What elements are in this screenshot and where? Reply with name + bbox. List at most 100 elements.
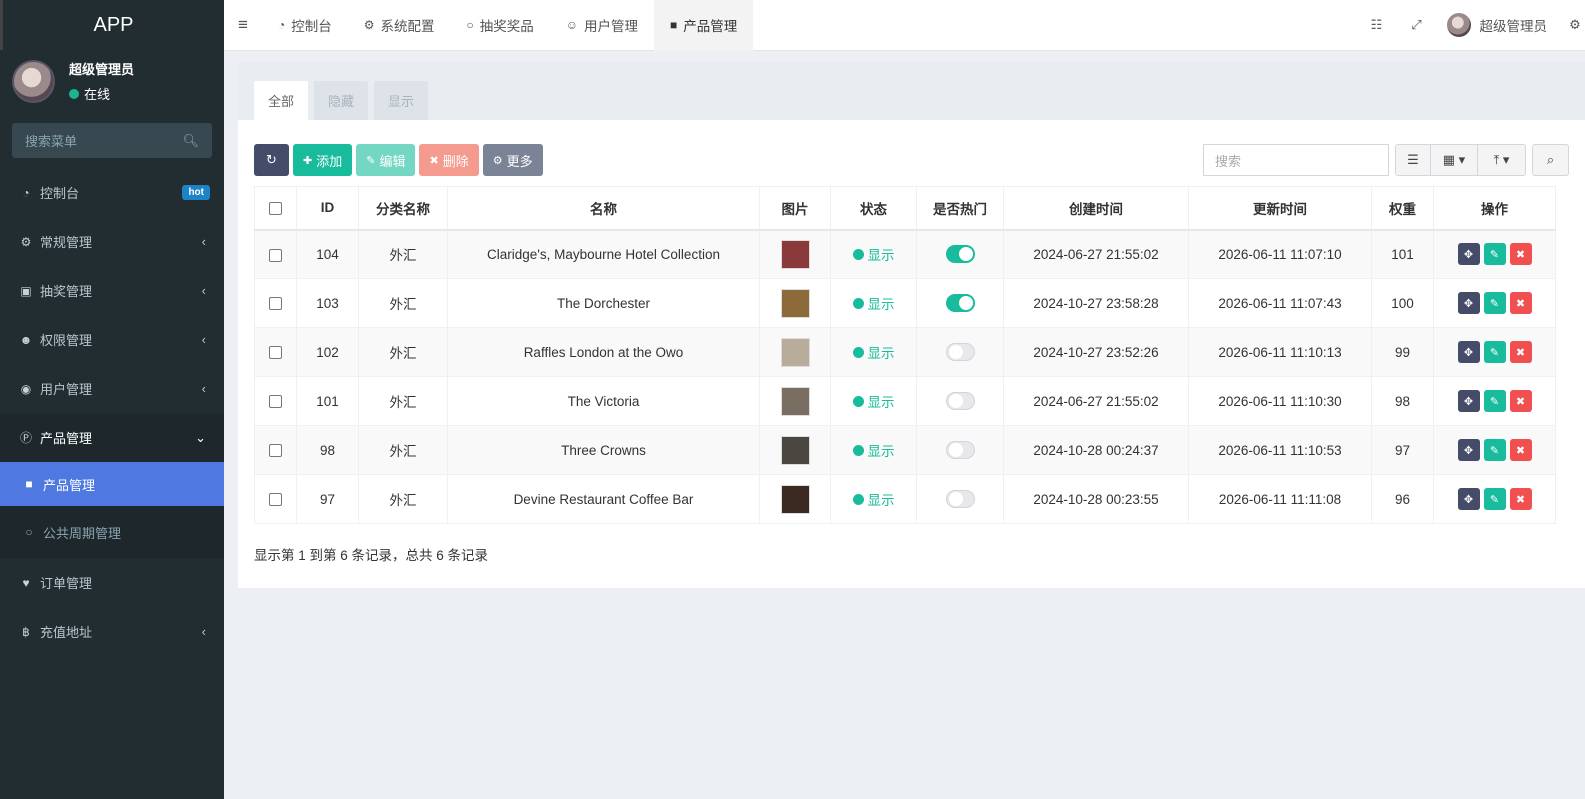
- table-search-input[interactable]: 搜索: [1203, 144, 1389, 176]
- edit-row-icon[interactable]: ✎: [1483, 243, 1506, 266]
- search-button-icon[interactable]: ⌕: [1532, 144, 1569, 176]
- translate-icon[interactable]: ☷: [1357, 17, 1397, 33]
- product-thumbnail[interactable]: [780, 288, 810, 318]
- edit-row-icon[interactable]: ✎: [1483, 341, 1506, 363]
- row-checkbox[interactable]: [254, 474, 297, 524]
- drag-handle-icon[interactable]: ✥: [1457, 488, 1480, 510]
- row-checkbox[interactable]: [254, 327, 297, 377]
- column-header[interactable]: 图片: [759, 186, 831, 231]
- edit-row-icon[interactable]: ✎: [1483, 292, 1506, 314]
- tab-dashboard[interactable]: ◔ 控制台: [262, 0, 348, 51]
- edit-button[interactable]: ✎ 编辑: [356, 144, 416, 176]
- drag-handle-icon[interactable]: ✥: [1457, 390, 1480, 412]
- row-checkbox[interactable]: [254, 229, 297, 279]
- product-thumbnail[interactable]: [780, 386, 810, 416]
- tab-system-config[interactable]: ⚙ 系统配置: [348, 0, 451, 51]
- app-logo[interactable]: APP: [0, 0, 224, 50]
- cell-updated: 2026-06-11 11:07:43: [1188, 278, 1372, 328]
- drag-handle-icon[interactable]: ✥: [1457, 243, 1480, 266]
- card-view-icon[interactable]: ☰: [1396, 145, 1431, 175]
- status-badge[interactable]: 显示: [852, 440, 895, 460]
- search-icon[interactable]: 🔍︎: [182, 133, 199, 149]
- sidebar-item-permissions[interactable]: ☻ 权限管理 ‹: [0, 315, 224, 364]
- delete-row-icon[interactable]: ✖: [1509, 439, 1532, 461]
- tab-visible[interactable]: 显示: [374, 81, 429, 120]
- tab-user-management[interactable]: ☺ 用户管理: [550, 0, 654, 51]
- sidebar-subitem-cycles[interactable]: ○ 公共周期管理: [0, 506, 224, 558]
- product-thumbnail[interactable]: [780, 484, 810, 514]
- cell-category: 外汇: [358, 327, 448, 377]
- product-thumbnail[interactable]: [780, 337, 810, 367]
- sidebar-item-dashboard[interactable]: ◔ 控制台 hot: [0, 168, 224, 217]
- hot-toggle[interactable]: [945, 343, 975, 361]
- cell-image: [759, 425, 831, 475]
- sidebar-item-general[interactable]: ⚙ 常规管理 ‹: [0, 217, 224, 266]
- cogs-icon: ⚙: [20, 234, 32, 249]
- column-header[interactable]: 状态: [830, 186, 917, 231]
- select-all-checkbox[interactable]: [254, 186, 297, 231]
- more-button[interactable]: ⚙ 更多: [482, 144, 543, 176]
- refresh-button[interactable]: ↻: [254, 144, 289, 176]
- delete-row-icon[interactable]: ✖: [1509, 390, 1532, 412]
- sidebar-item-users[interactable]: ◉ 用户管理 ‹: [0, 364, 224, 413]
- delete-row-icon[interactable]: ✖: [1509, 488, 1532, 510]
- tab-hidden[interactable]: 隐藏: [314, 81, 369, 120]
- drag-handle-icon[interactable]: ✥: [1457, 341, 1480, 363]
- status-badge[interactable]: 显示: [852, 293, 895, 313]
- drag-handle-icon[interactable]: ✥: [1457, 292, 1480, 314]
- cell-hot: [916, 425, 1004, 475]
- sidebar-subitem-products[interactable]: ■ 产品管理: [0, 462, 224, 506]
- edit-row-icon[interactable]: ✎: [1483, 390, 1506, 412]
- delete-button[interactable]: ✖ 删除: [419, 144, 479, 176]
- product-thumbnail[interactable]: [780, 435, 810, 465]
- row-checkbox[interactable]: [254, 376, 297, 426]
- row-checkbox[interactable]: [254, 278, 297, 328]
- edit-row-icon[interactable]: ✎: [1483, 488, 1506, 510]
- columns-dropdown-icon[interactable]: ▦ ▾: [1431, 145, 1478, 175]
- cell-name: The Dorchester: [447, 278, 760, 328]
- fullscreen-icon[interactable]: ⤢: [1397, 17, 1437, 33]
- status-badge[interactable]: 显示: [852, 342, 895, 362]
- status-badge[interactable]: 显示: [852, 391, 895, 411]
- row-checkbox[interactable]: [254, 425, 297, 475]
- tab-all[interactable]: 全部: [254, 81, 309, 120]
- tab-lottery-prizes[interactable]: ○ 抽奖奖品: [451, 0, 550, 51]
- drag-handle-icon[interactable]: ✥: [1457, 439, 1480, 461]
- menu-toggle-icon[interactable]: ≡: [224, 15, 262, 35]
- hot-toggle[interactable]: [945, 245, 975, 264]
- sidebar-item-orders[interactable]: ♥ 订单管理: [0, 558, 224, 607]
- filter-tabs: 全部 隐藏 显示: [238, 62, 1585, 120]
- column-header[interactable]: 创建时间: [1003, 186, 1189, 231]
- status-badge[interactable]: 显示: [852, 244, 895, 264]
- cell-hot: [916, 474, 1004, 524]
- export-dropdown-icon[interactable]: ⤒ ▾: [1478, 145, 1525, 175]
- user-name: 超级管理员: [69, 62, 135, 77]
- hot-badge: hot: [182, 185, 210, 200]
- sidebar-item-lottery[interactable]: ▣ 抽奖管理 ‹: [0, 266, 224, 315]
- sidebar-item-recharge[interactable]: ฿ 充值地址 ‹: [0, 607, 224, 656]
- column-header[interactable]: 操作: [1433, 186, 1556, 231]
- product-thumbnail[interactable]: [780, 239, 810, 269]
- delete-row-icon[interactable]: ✖: [1509, 341, 1532, 363]
- edit-row-icon[interactable]: ✎: [1483, 439, 1506, 461]
- delete-row-icon[interactable]: ✖: [1509, 292, 1532, 314]
- column-header[interactable]: 名称: [447, 186, 760, 231]
- status-badge[interactable]: 显示: [852, 489, 895, 509]
- delete-row-icon[interactable]: ✖: [1509, 243, 1532, 266]
- hot-toggle[interactable]: [945, 490, 975, 508]
- user-menu[interactable]: 超级管理员: [1437, 13, 1566, 37]
- column-header[interactable]: 权重: [1371, 186, 1434, 231]
- gears-icon[interactable]: ⚙: [1565, 17, 1585, 33]
- column-header[interactable]: ID: [296, 186, 359, 231]
- column-header[interactable]: 分类名称: [358, 186, 448, 231]
- column-header[interactable]: 更新时间: [1188, 186, 1372, 231]
- add-button[interactable]: ✚ 添加: [293, 144, 353, 176]
- hot-toggle[interactable]: [945, 441, 975, 459]
- column-header[interactable]: 是否热门: [916, 186, 1004, 231]
- hot-toggle[interactable]: [945, 392, 975, 410]
- sidebar-search-input[interactable]: 搜索菜单 🔍︎: [12, 123, 212, 158]
- sidebar-item-products[interactable]: Ⓟ 产品管理 ⌄: [0, 413, 224, 462]
- cell-category: 外汇: [358, 425, 448, 475]
- tab-product-management[interactable]: ■ 产品管理: [654, 0, 754, 51]
- hot-toggle[interactable]: [945, 294, 975, 312]
